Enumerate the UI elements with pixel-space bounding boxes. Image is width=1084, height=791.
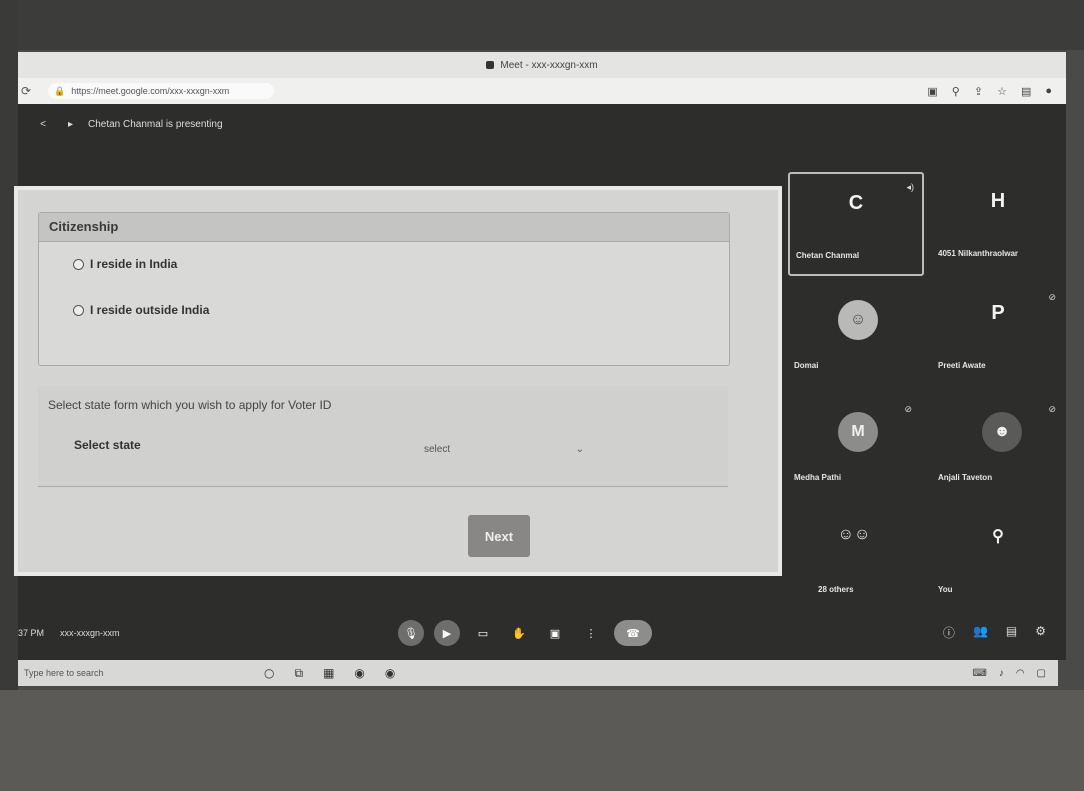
state-section: Select state form which you wish to appl… (38, 386, 728, 487)
radio-india[interactable] (73, 258, 84, 270)
participant-name: Medha Pathi (794, 473, 842, 482)
participant-initial: C (848, 192, 864, 214)
browser-title-bar: Meet - xxx-xxxgn-xxm (18, 52, 1066, 78)
participant-name: You (938, 585, 953, 594)
state-select[interactable]: select ⌄ (418, 440, 590, 458)
task-view-icon[interactable]: ⧉ (294, 666, 303, 681)
extensions-icon[interactable]: ▤ (1021, 85, 1031, 98)
participant-name: 28 others (818, 585, 854, 594)
participant-tile-others[interactable]: ☺☺ 28 others (788, 508, 920, 608)
participant-initial: P (991, 302, 1005, 324)
others-icon: ☺☺ (837, 526, 871, 543)
self-view-icon: ⚲ (992, 528, 1004, 545)
citizenship-card: Citizenship I reside in India I reside o… (38, 212, 730, 366)
citizenship-title: Citizenship (39, 213, 729, 242)
camera-icon[interactable]: ▶ (434, 620, 460, 646)
participant-name: 4051 NilkanthraoIwar (938, 249, 1019, 258)
option-india-label: I reside in India (90, 257, 178, 271)
bookmark-icon[interactable]: ☆ (997, 85, 1007, 98)
captions-icon[interactable]: ▭ (470, 620, 496, 646)
chrome-icon-2[interactable]: ◉ (385, 666, 395, 681)
address-bar: ⟳ 🔒 https://meet.google.com/xxx-xxxgn-xx… (18, 78, 1066, 105)
background-left (0, 0, 18, 791)
browser-tools: ▣ ⚲ ⇪ ☆ ▤ ● (927, 85, 1066, 98)
chat-icon[interactable]: ▤ (1006, 624, 1017, 641)
back-icon[interactable]: < (18, 119, 68, 130)
participant-name: Anjali Taveton (938, 473, 993, 482)
network-icon[interactable]: ◠ (1016, 668, 1025, 679)
participant-tile-you[interactable]: ⚲ You (932, 508, 1064, 608)
more-icon[interactable]: ⋮ (578, 620, 604, 646)
info-icon[interactable]: ⓘ (943, 624, 955, 641)
meeting-time: 37 PM (18, 628, 45, 638)
lock-icon: 🔒 (54, 85, 66, 96)
taskbar-search[interactable]: Type here to search (18, 668, 124, 678)
keyboard-icon[interactable]: ⌨ (972, 668, 986, 679)
window-title: Meet - xxx-xxxgn-xxm (500, 59, 598, 71)
participant-tile-preeti[interactable]: ⊘ P Preeti Awate (932, 284, 1064, 384)
participant-tile-h[interactable]: H 4051 NilkanthraoIwar (932, 172, 1064, 272)
presenting-bar: < ▸ Chetan Chanmal is presenting (18, 104, 778, 144)
reload-icon[interactable]: ⟳ (18, 84, 34, 98)
taskbar-apps: ○ ⧉ ▦ ◉ ◉ (264, 666, 395, 681)
call-controls: 🎙 ▶ ▭ ✋ ▣ ⋮ ☎ (398, 620, 652, 646)
state-prompt: Select state form which you wish to appl… (48, 398, 332, 412)
next-button[interactable]: Next (468, 515, 530, 557)
notification-icon[interactable]: ▢ (1037, 668, 1046, 679)
raise-hand-icon[interactable]: ✋ (506, 620, 532, 646)
profile-icon[interactable]: ● (1045, 85, 1052, 98)
mic-icon[interactable]: 🎙 (398, 620, 424, 646)
state-select-value: select (424, 443, 451, 455)
present-icon[interactable]: ▣ (542, 620, 568, 646)
shared-screen: Citizenship I reside in India I reside o… (18, 190, 778, 572)
people-icon[interactable]: 👥 (973, 624, 988, 641)
taskbar: Type here to search ○ ⧉ ▦ ◉ ◉ ⌨ ♪ ◠ ▢ (18, 660, 1058, 686)
participant-tile-medha[interactable]: ⊘ M Medha Pathi (788, 396, 920, 496)
avatar: M (838, 412, 878, 452)
meet-area: < ▸ Chetan Chanmal is presenting Citizen… (18, 104, 1066, 660)
activities-icon[interactable]: ⚙ (1035, 624, 1046, 641)
participant-initial: H (990, 190, 1006, 212)
volume-icon[interactable]: ♪ (999, 668, 1004, 679)
url-text: https://meet.google.com/xxx-xxxgn-xxm (71, 86, 230, 96)
url-field[interactable]: 🔒 https://meet.google.com/xxx-xxxgn-xxm (48, 83, 274, 99)
avatar: ☻ (982, 412, 1022, 452)
participant-tile-anjali[interactable]: ⊘ ☻ Anjali Taveton (932, 396, 1064, 496)
chrome-icon[interactable]: ◉ (354, 666, 364, 681)
participant-name: Preeti Awate (938, 361, 986, 370)
cortana-icon[interactable]: ○ (264, 666, 274, 681)
meet-logo-icon (486, 61, 495, 69)
mic-off-icon: ⊘ (1048, 404, 1056, 414)
share-icon[interactable]: ⇪ (974, 85, 983, 98)
right-tools: ⓘ 👥 ▤ ⚙ (943, 624, 1046, 641)
background-top (0, 0, 1084, 50)
chevron-down-icon: ⌄ (575, 443, 584, 455)
system-tray: ⌨ ♪ ◠ ▢ (972, 668, 1058, 679)
meeting-code: xxx-xxxgn-xxm (60, 628, 120, 638)
background-bottom (0, 690, 1084, 791)
option-outside-label: I reside outside India (90, 303, 210, 317)
camera-permission-icon[interactable]: ▣ (927, 85, 937, 98)
participant-tile-domai[interactable]: ☺ Domai (788, 284, 920, 384)
participant-tile-chetan[interactable]: ◂) C Chetan Chanmal (788, 172, 924, 276)
control-bar: 37 PM xxx-xxxgn-xxm 🎙 ▶ ▭ ✋ ▣ ⋮ ☎ ⓘ 👥 ▤ … (18, 614, 1066, 658)
avatar: ☺ (838, 300, 878, 340)
participant-name: Domai (794, 361, 819, 370)
option-outside[interactable]: I reside outside India (73, 303, 209, 317)
participant-name: Chetan Chanmal (796, 251, 860, 260)
end-call-icon[interactable]: ☎ (614, 620, 652, 646)
explorer-icon[interactable]: ▦ (323, 666, 334, 681)
key-icon[interactable]: ⚲ (952, 85, 960, 98)
option-india[interactable]: I reside in India (73, 257, 177, 271)
mic-off-icon: ⊘ (904, 404, 912, 414)
present-arrow-icon: ▸ (68, 118, 74, 130)
state-label: Select state (74, 438, 141, 452)
presenting-text: Chetan Chanmal is presenting (88, 118, 223, 130)
radio-outside[interactable] (73, 304, 84, 316)
